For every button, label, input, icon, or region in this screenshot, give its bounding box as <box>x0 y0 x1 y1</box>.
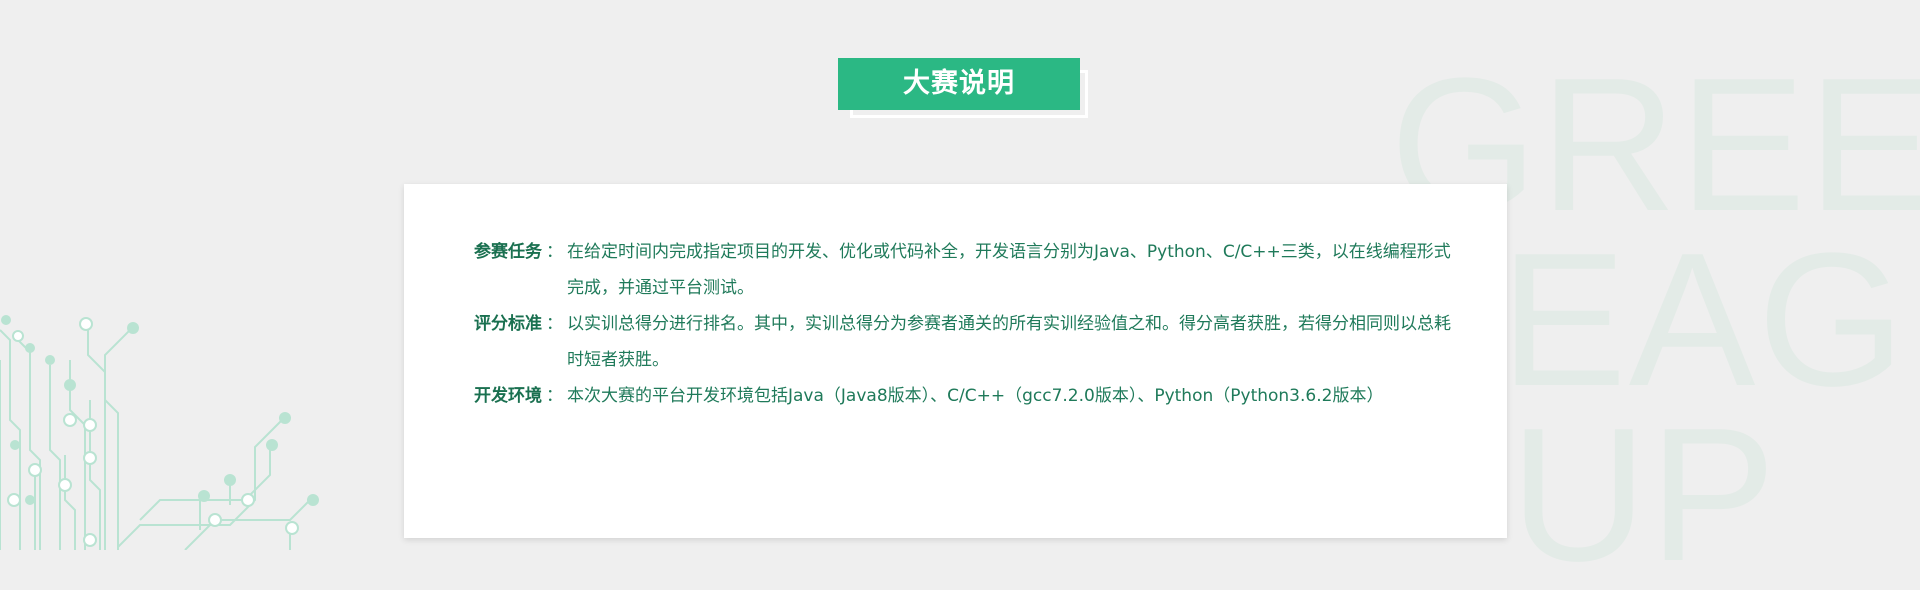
info-text-scoring: 以实训总得分进行排名。其中，实训总得分为参赛者通关的所有实训经验值之和。得分高者… <box>567 314 1451 370</box>
info-label-environment: 开发环境 <box>474 386 542 406</box>
info-label-task: 参赛任务 <box>474 242 542 262</box>
contest-info-list: 参赛任务 ： 在给定时间内完成指定项目的开发、优化或代码补全，开发语言分别为Ja… <box>474 234 1464 414</box>
info-text-environment: 本次大赛的平台开发环境包括Java（Java8版本）、C/C++（gcc7.2.… <box>567 386 1384 406</box>
section-title-badge: 大赛说明 <box>838 58 1088 118</box>
circuit-decoration <box>0 315 319 550</box>
info-row-task: 参赛任务 ： 在给定时间内完成指定项目的开发、优化或代码补全，开发语言分别为Ja… <box>474 234 1464 306</box>
info-colon: ： <box>546 314 563 334</box>
info-text-task: 在给定时间内完成指定项目的开发、优化或代码补全，开发语言分别为Java、Pyth… <box>567 242 1451 298</box>
info-row-scoring: 评分标准 ： 以实训总得分进行排名。其中，实训总得分为参赛者通关的所有实训经验值… <box>474 306 1464 378</box>
info-label-scoring: 评分标准 <box>474 314 542 334</box>
contest-info-card: 参赛任务 ： 在给定时间内完成指定项目的开发、优化或代码补全，开发语言分别为Ja… <box>404 184 1507 538</box>
info-row-environment: 开发环境 ： 本次大赛的平台开发环境包括Java（Java8版本）、C/C++（… <box>474 378 1464 414</box>
watermark-line-2: EAGU <box>1500 214 1920 426</box>
info-colon: ： <box>546 386 563 406</box>
page-title: 大赛说明 <box>838 58 1080 110</box>
info-colon: ： <box>546 242 563 262</box>
watermark-line-3: UP <box>1510 389 1778 590</box>
